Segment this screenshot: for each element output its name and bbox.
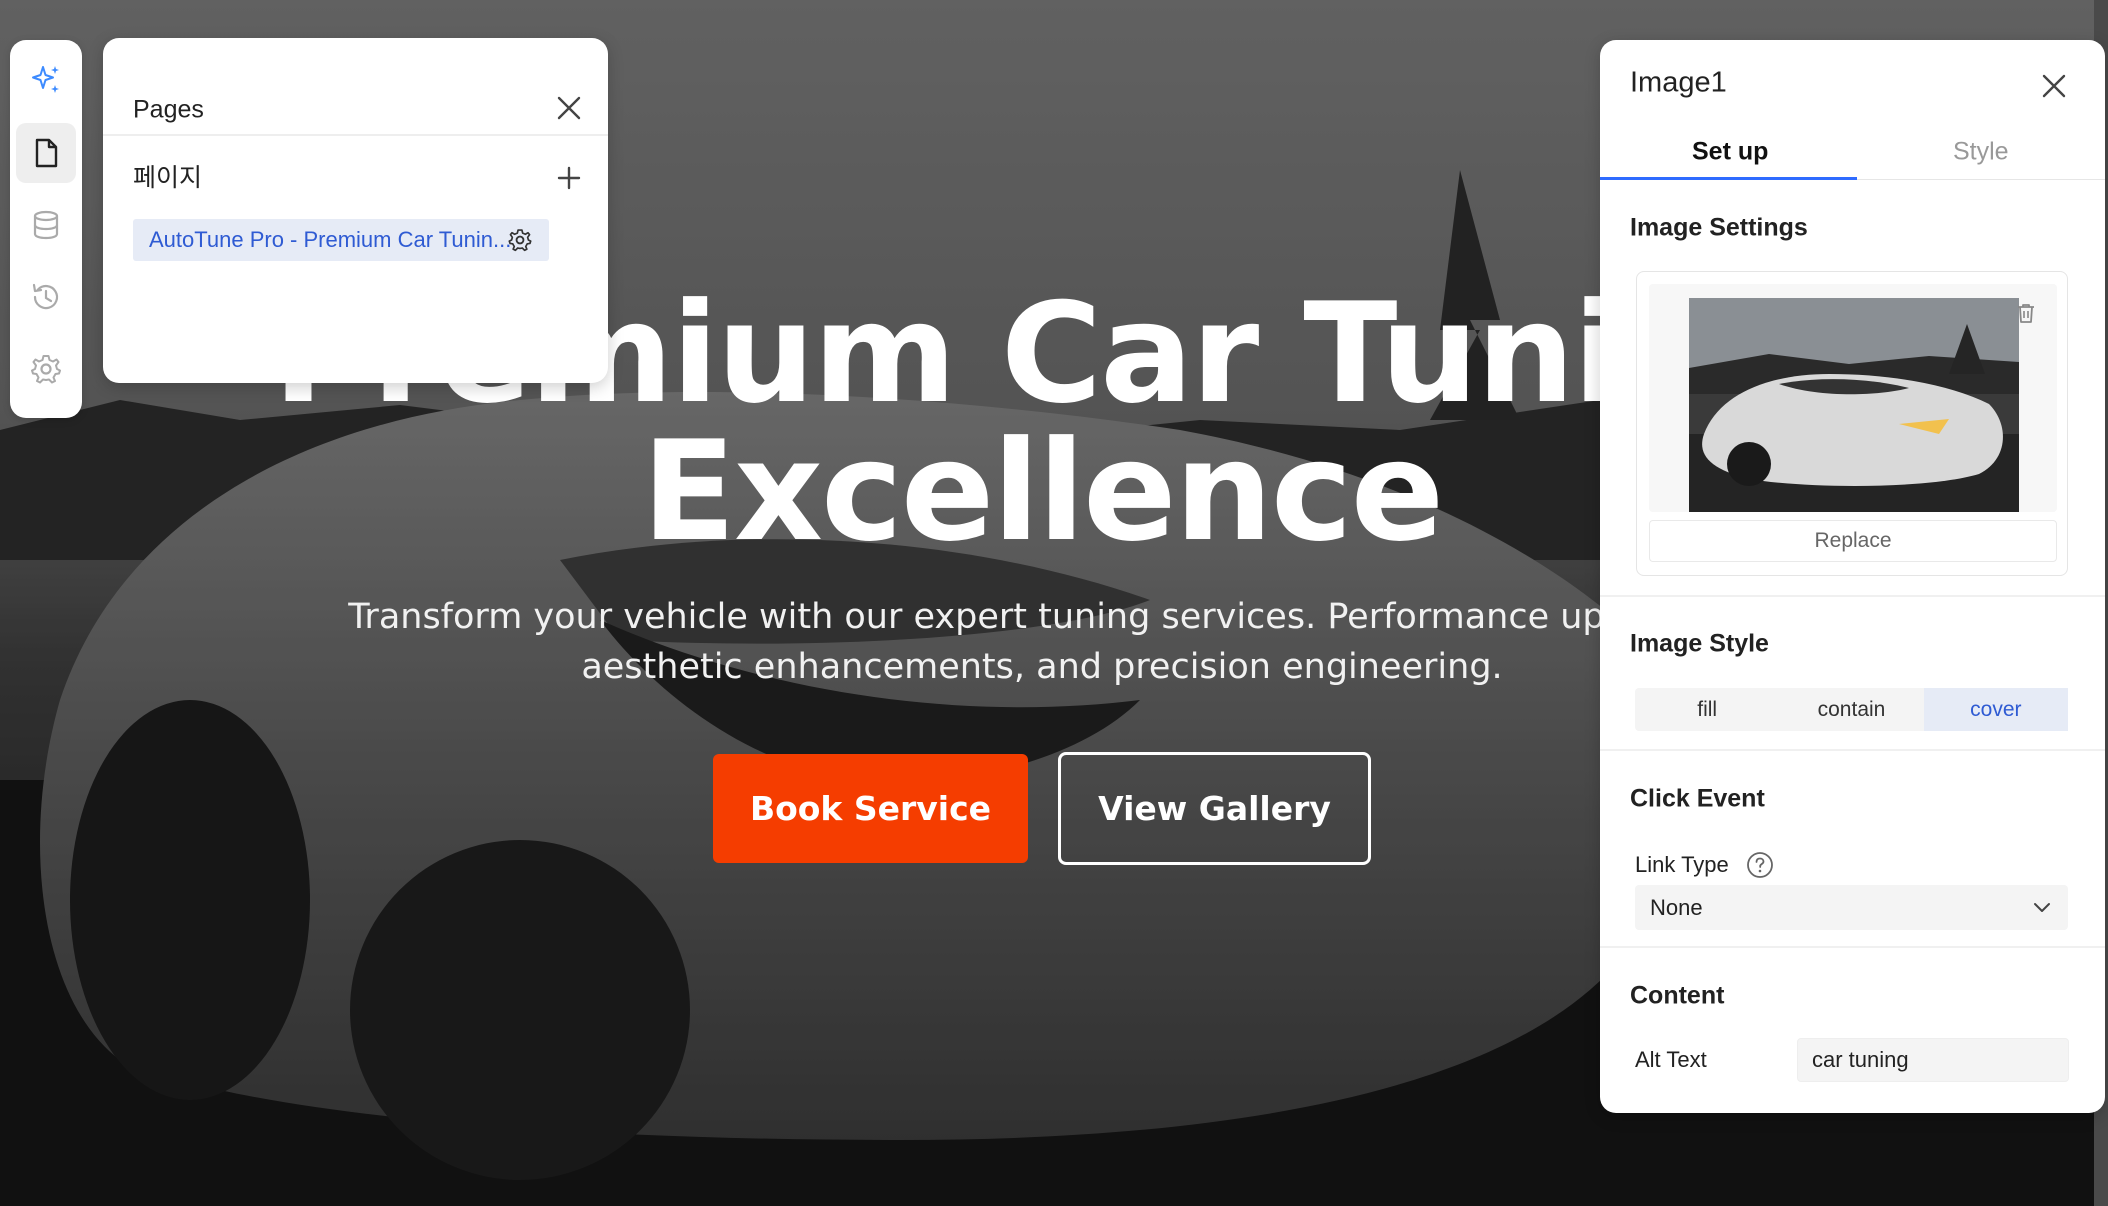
image-settings-title: Image Settings — [1630, 213, 1808, 242]
alt-text-input[interactable] — [1797, 1038, 2069, 1082]
left-toolbar — [10, 40, 82, 418]
tab-setup[interactable]: Set up — [1692, 138, 1768, 167]
ai-sparkle-icon — [32, 66, 59, 93]
fit-option-cover[interactable]: cover — [1923, 688, 2068, 731]
book-service-button[interactable]: Book Service — [713, 754, 1028, 863]
image-thumbnail — [1649, 284, 2057, 512]
page-settings-button[interactable] — [505, 225, 535, 255]
add-page-button[interactable] — [549, 158, 589, 198]
help-icon[interactable] — [1745, 850, 1775, 880]
link-type-select[interactable]: None — [1635, 885, 2068, 930]
properties-panel-title: Image1 — [1630, 66, 1727, 99]
ai-sparkle-button[interactable] — [16, 50, 76, 110]
plus-icon — [557, 166, 581, 190]
tab-style[interactable]: Style — [1953, 138, 2009, 167]
section-divider — [1600, 595, 2105, 597]
close-icon — [557, 96, 581, 120]
pages-panel: Pages 페이지 AutoTune Pro - Premium Car Tun… — [103, 38, 608, 383]
page-list-item[interactable]: AutoTune Pro - Premium Car Tunin... — [133, 219, 549, 261]
page-item-label: AutoTune Pro - Premium Car Tunin... — [149, 227, 512, 252]
history-button[interactable] — [16, 267, 76, 327]
pages-close-button[interactable] — [549, 88, 589, 128]
alt-text-label: Alt Text — [1635, 1047, 1707, 1072]
pages-section-label: 페이지 — [133, 164, 203, 192]
pages-divider — [103, 134, 608, 136]
replace-image-button[interactable]: Replace — [1649, 520, 2057, 562]
page-icon — [35, 138, 58, 168]
image-style-title: Image Style — [1630, 629, 1769, 658]
active-tab-indicator — [1600, 177, 1857, 180]
fit-option-fill[interactable]: fill — [1635, 688, 1779, 731]
image-settings-card: Replace — [1636, 271, 2068, 576]
section-divider — [1600, 749, 2105, 751]
pages-button[interactable] — [16, 123, 76, 183]
gear-icon — [31, 355, 61, 384]
image-fit-segmented-control: fill contain cover — [1635, 688, 2068, 731]
click-event-title: Click Event — [1630, 784, 1765, 813]
pages-panel-title: Pages — [133, 95, 204, 124]
settings-button[interactable] — [16, 339, 76, 399]
properties-panel: Image1 Set up Style Image Settings Repla… — [1600, 40, 2105, 1113]
fit-option-contain[interactable]: contain — [1779, 688, 1923, 731]
delete-image-button[interactable] — [2011, 298, 2041, 328]
section-divider — [1600, 946, 2105, 948]
close-icon — [2042, 74, 2066, 98]
database-button[interactable] — [16, 195, 76, 255]
car-thumbnail-image — [1649, 284, 2057, 512]
gear-icon — [508, 229, 532, 252]
history-icon — [32, 283, 59, 310]
content-title: Content — [1630, 981, 1725, 1010]
trash-icon — [2018, 304, 2034, 323]
view-gallery-button[interactable]: View Gallery — [1058, 752, 1371, 865]
chevron-down-icon — [2034, 903, 2050, 912]
link-type-label: Link Type — [1635, 852, 1729, 877]
properties-close-button[interactable] — [2034, 66, 2074, 106]
link-type-value: None — [1650, 894, 1703, 920]
database-icon — [33, 210, 59, 240]
